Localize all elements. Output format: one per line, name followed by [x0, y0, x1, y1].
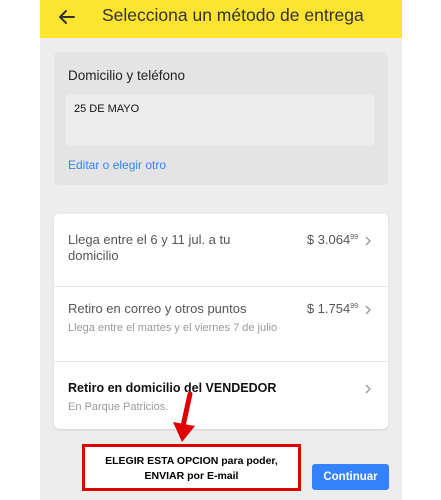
price-cents: 99	[350, 234, 358, 241]
continue-button[interactable]: Continuar	[312, 464, 389, 490]
chevron-right-icon	[365, 236, 371, 246]
option-price: $ 1.75499	[307, 301, 358, 316]
annotation-line-1: ELEGIR ESTA OPCION para poder,	[105, 455, 278, 467]
chevron-right-icon	[365, 305, 371, 315]
address-box: 25 DE MAYO	[66, 94, 374, 146]
chevron-right-icon	[365, 384, 371, 394]
edit-address-link[interactable]: Editar o elegir otro	[68, 158, 166, 172]
price-main: $ 1.754	[306, 301, 351, 316]
price-cents: 99	[350, 303, 358, 310]
top-bar: Selecciona un método de entrega	[40, 0, 402, 38]
annotation-callout: ELEGIR ESTA OPCION para poder, ENVIAR po…	[82, 444, 301, 491]
shipping-option-post-office[interactable]: Retiro en correo y otros puntos Llega en…	[54, 286, 388, 362]
option-title: Llega entre el 6 y 11 jul. a tu domicili…	[68, 232, 231, 263]
price-main: $ 3.064	[306, 232, 351, 247]
shipping-option-seller-pickup[interactable]: Retiro en domicilio del VENDEDOR En Parq…	[54, 361, 388, 430]
shipping-option-home-delivery[interactable]: Llega entre el 6 y 11 jul. a tu domicili…	[54, 214, 388, 286]
option-title: Retiro en correo y otros puntos	[68, 301, 247, 316]
page-title: Selecciona un método de entrega	[102, 5, 364, 25]
shipping-options-card: Llega entre el 6 y 11 jul. a tu domicili…	[54, 214, 388, 429]
option-price: $ 3.06499	[307, 232, 358, 247]
address-text: 25 DE MAYO	[74, 103, 140, 115]
option-subtitle: Llega entre el martes y el viernes 7 de …	[68, 322, 278, 334]
annotation-line-2: ENVIAR por E-mail	[144, 470, 239, 482]
back-arrow-icon[interactable]	[54, 3, 82, 31]
checkout-screen: Selecciona un método de entrega Domicili…	[40, 0, 402, 500]
red-arrow-icon	[173, 392, 195, 442]
address-card: Domicilio y teléfono 25 DE MAYO Editar o…	[54, 52, 388, 185]
address-card-title: Domicilio y teléfono	[68, 68, 186, 83]
